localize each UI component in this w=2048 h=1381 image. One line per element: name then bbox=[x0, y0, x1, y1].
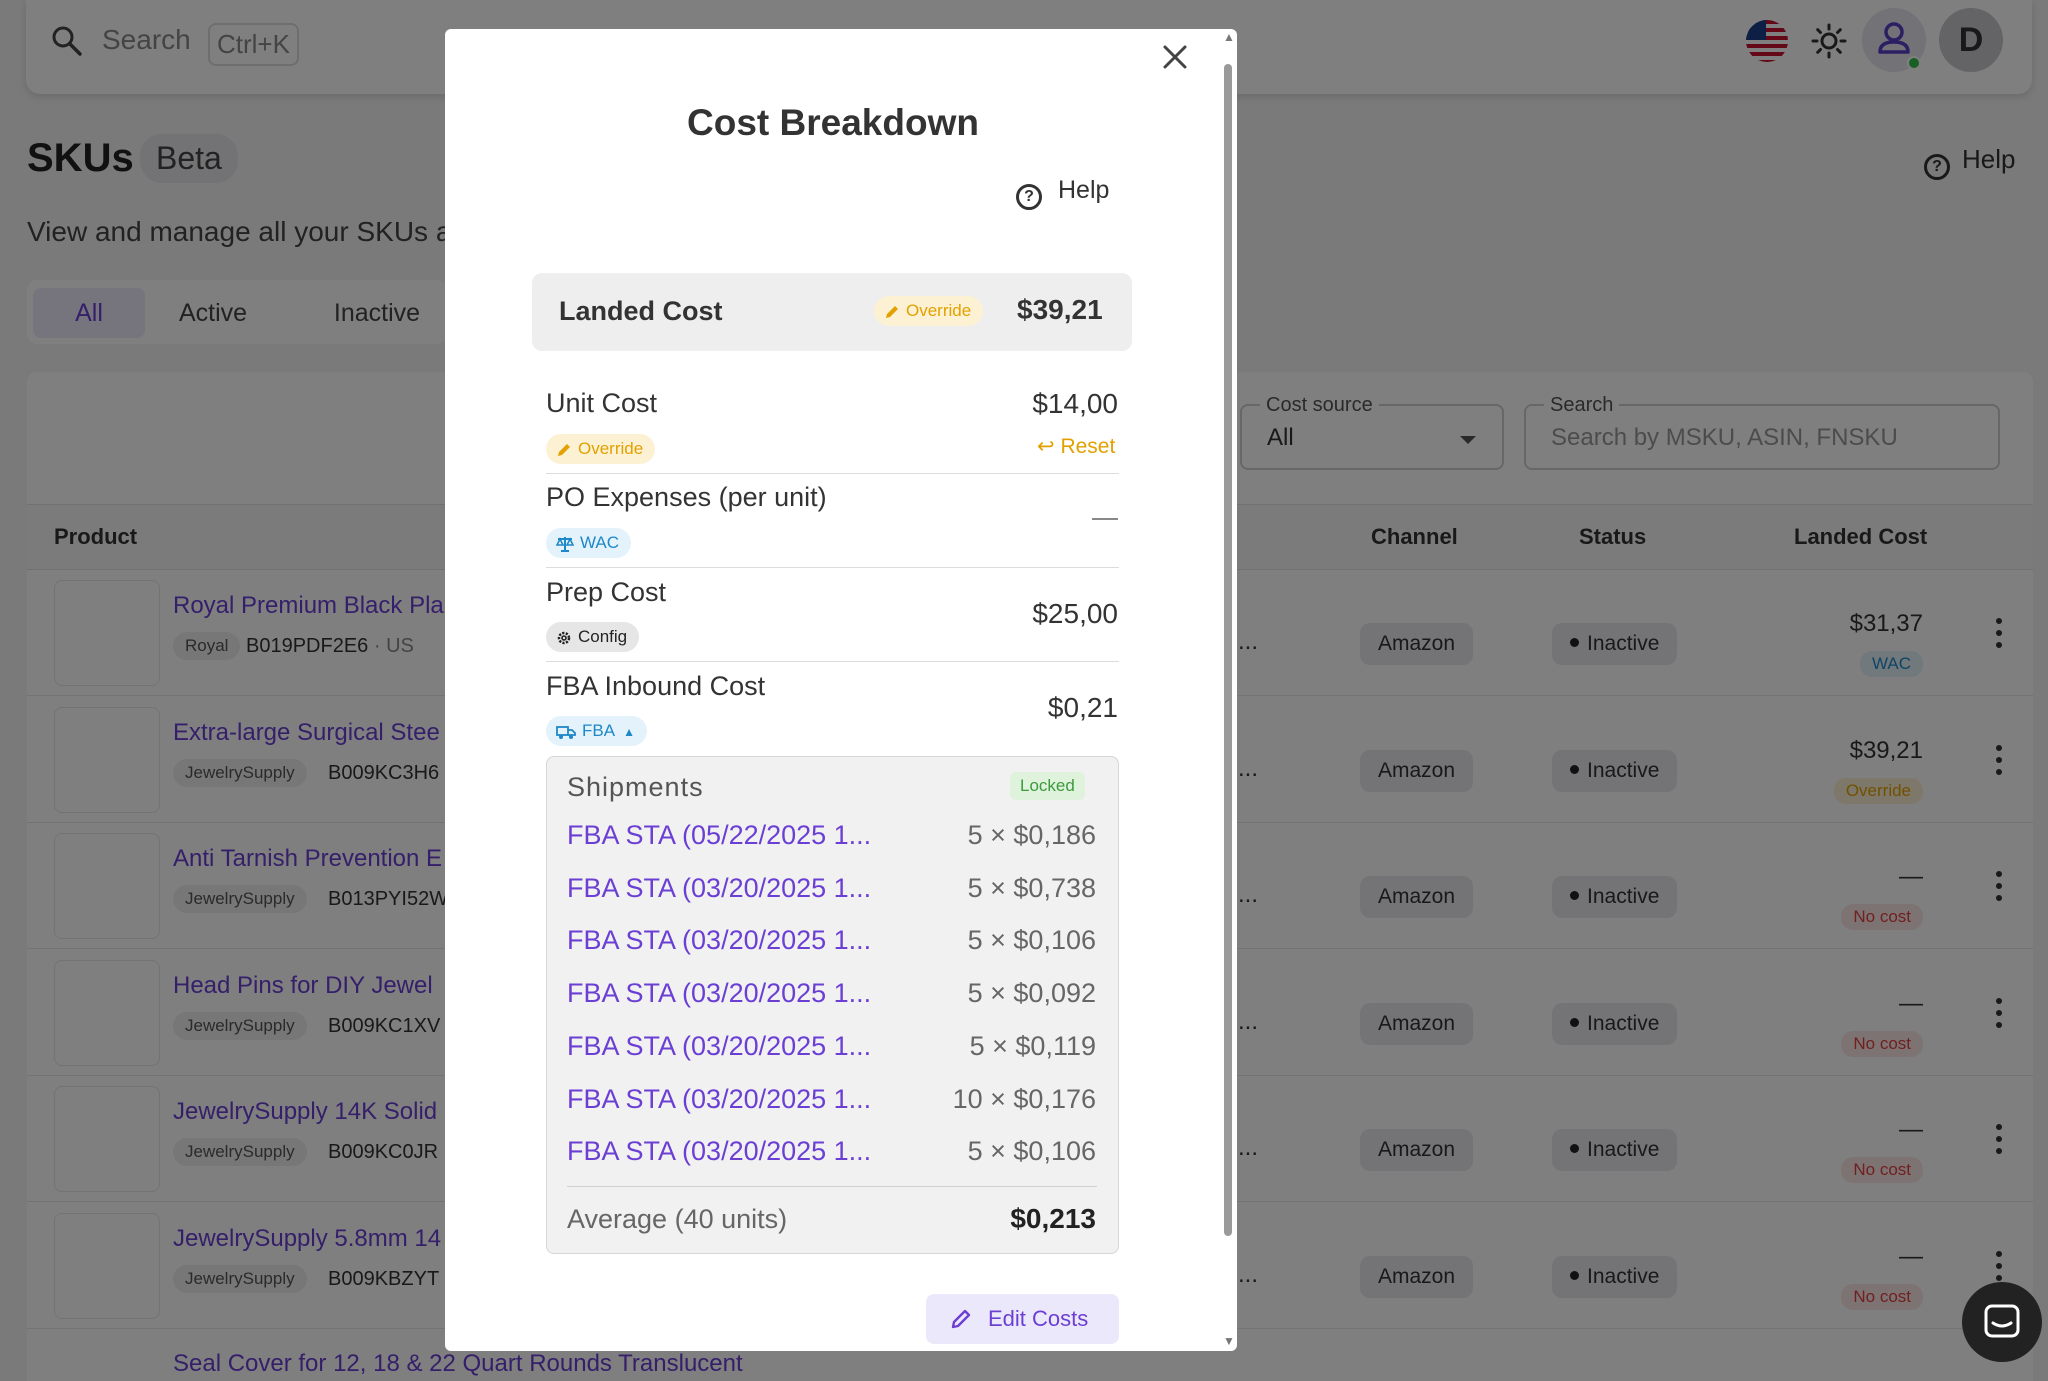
shipment-quantity: 10 × $0,176 bbox=[952, 1084, 1096, 1114]
pencil-icon bbox=[558, 444, 570, 456]
shipment-quantity: 5 × $0,092 bbox=[967, 978, 1096, 1008]
divider bbox=[546, 473, 1119, 474]
po-expenses-label: PO Expenses (per unit) bbox=[546, 482, 827, 512]
config-badge: Config bbox=[546, 622, 640, 652]
shipment-quantity: 5 × $0,119 bbox=[969, 1031, 1096, 1061]
shipment-quantity: 5 × $0,738 bbox=[967, 873, 1096, 903]
undo-icon: ↩ bbox=[1037, 435, 1061, 458]
scroll-up-arrow[interactable]: ▲ bbox=[1222, 30, 1236, 44]
locked-badge: Locked bbox=[1010, 772, 1085, 800]
average-value: $0,213 bbox=[1010, 1203, 1096, 1234]
pencil-icon bbox=[951, 1309, 971, 1329]
unit-cost-value: $14,00 bbox=[1032, 388, 1118, 419]
edit-costs-button[interactable]: Edit Costs bbox=[926, 1294, 1119, 1344]
shipment-link[interactable]: FBA STA (03/20/2025 1... bbox=[567, 873, 871, 904]
shipment-quantity: 5 × $0,106 bbox=[967, 1136, 1096, 1166]
po-expenses-empty-value bbox=[1092, 518, 1118, 520]
fba-inbound-value: $0,21 bbox=[1047, 692, 1118, 723]
close-icon[interactable] bbox=[1160, 42, 1190, 72]
scale-icon bbox=[555, 537, 575, 552]
chat-launcher-button[interactable] bbox=[1962, 1282, 2042, 1362]
unit-cost-label: Unit Cost bbox=[546, 388, 658, 418]
pencil-icon bbox=[886, 306, 898, 318]
divider bbox=[546, 661, 1119, 662]
modal-scrollbar[interactable] bbox=[1224, 64, 1232, 1236]
average-label: Average (40 units) bbox=[567, 1204, 788, 1234]
dialog-help-link[interactable]: ? Help bbox=[1016, 176, 1109, 210]
shipments-title: Shipments bbox=[567, 772, 704, 802]
gear-icon bbox=[557, 631, 571, 645]
landed-cost-value: $39,21 bbox=[1017, 294, 1103, 325]
divider bbox=[546, 567, 1119, 568]
unit-cost-override-badge: Override bbox=[546, 434, 656, 464]
shipment-link[interactable]: FBA STA (03/20/2025 1... bbox=[567, 925, 871, 956]
scroll-down-arrow[interactable]: ▼ bbox=[1222, 1334, 1236, 1348]
shipment-link[interactable]: FBA STA (03/20/2025 1... bbox=[567, 978, 871, 1009]
override-badge: Override bbox=[874, 296, 984, 326]
shipment-link[interactable]: FBA STA (03/20/2025 1... bbox=[567, 1031, 871, 1062]
prep-cost-label: Prep Cost bbox=[546, 577, 667, 607]
wac-badge: WAC bbox=[546, 528, 632, 558]
truck-icon bbox=[556, 726, 576, 739]
shipment-quantity: 5 × $0,186 bbox=[967, 820, 1096, 850]
reset-unit-cost-button[interactable]: ↩ Reset bbox=[1037, 434, 1115, 459]
shipment-link[interactable]: FBA STA (03/20/2025 1... bbox=[567, 1136, 871, 1167]
chat-icon bbox=[1984, 1304, 2020, 1338]
prep-cost-value: $25,00 bbox=[1032, 598, 1118, 629]
shipment-link[interactable]: FBA STA (03/20/2025 1... bbox=[567, 1084, 871, 1115]
fba-inbound-label: FBA Inbound Cost bbox=[546, 671, 766, 701]
fba-toggle-badge[interactable]: FBA ▲ bbox=[546, 716, 647, 746]
chevron-up-icon: ▲ bbox=[623, 725, 635, 739]
help-icon: ? bbox=[1016, 184, 1042, 210]
dialog-help-label: Help bbox=[1058, 176, 1110, 204]
landed-cost-label: Landed Cost bbox=[559, 296, 723, 326]
divider bbox=[567, 1186, 1097, 1187]
edit-costs-label: Edit Costs bbox=[988, 1306, 1089, 1331]
shipment-link[interactable]: FBA STA (05/22/2025 1... bbox=[567, 820, 871, 851]
shipment-quantity: 5 × $0,106 bbox=[967, 925, 1096, 955]
dialog-title: Cost Breakdown bbox=[687, 102, 979, 143]
